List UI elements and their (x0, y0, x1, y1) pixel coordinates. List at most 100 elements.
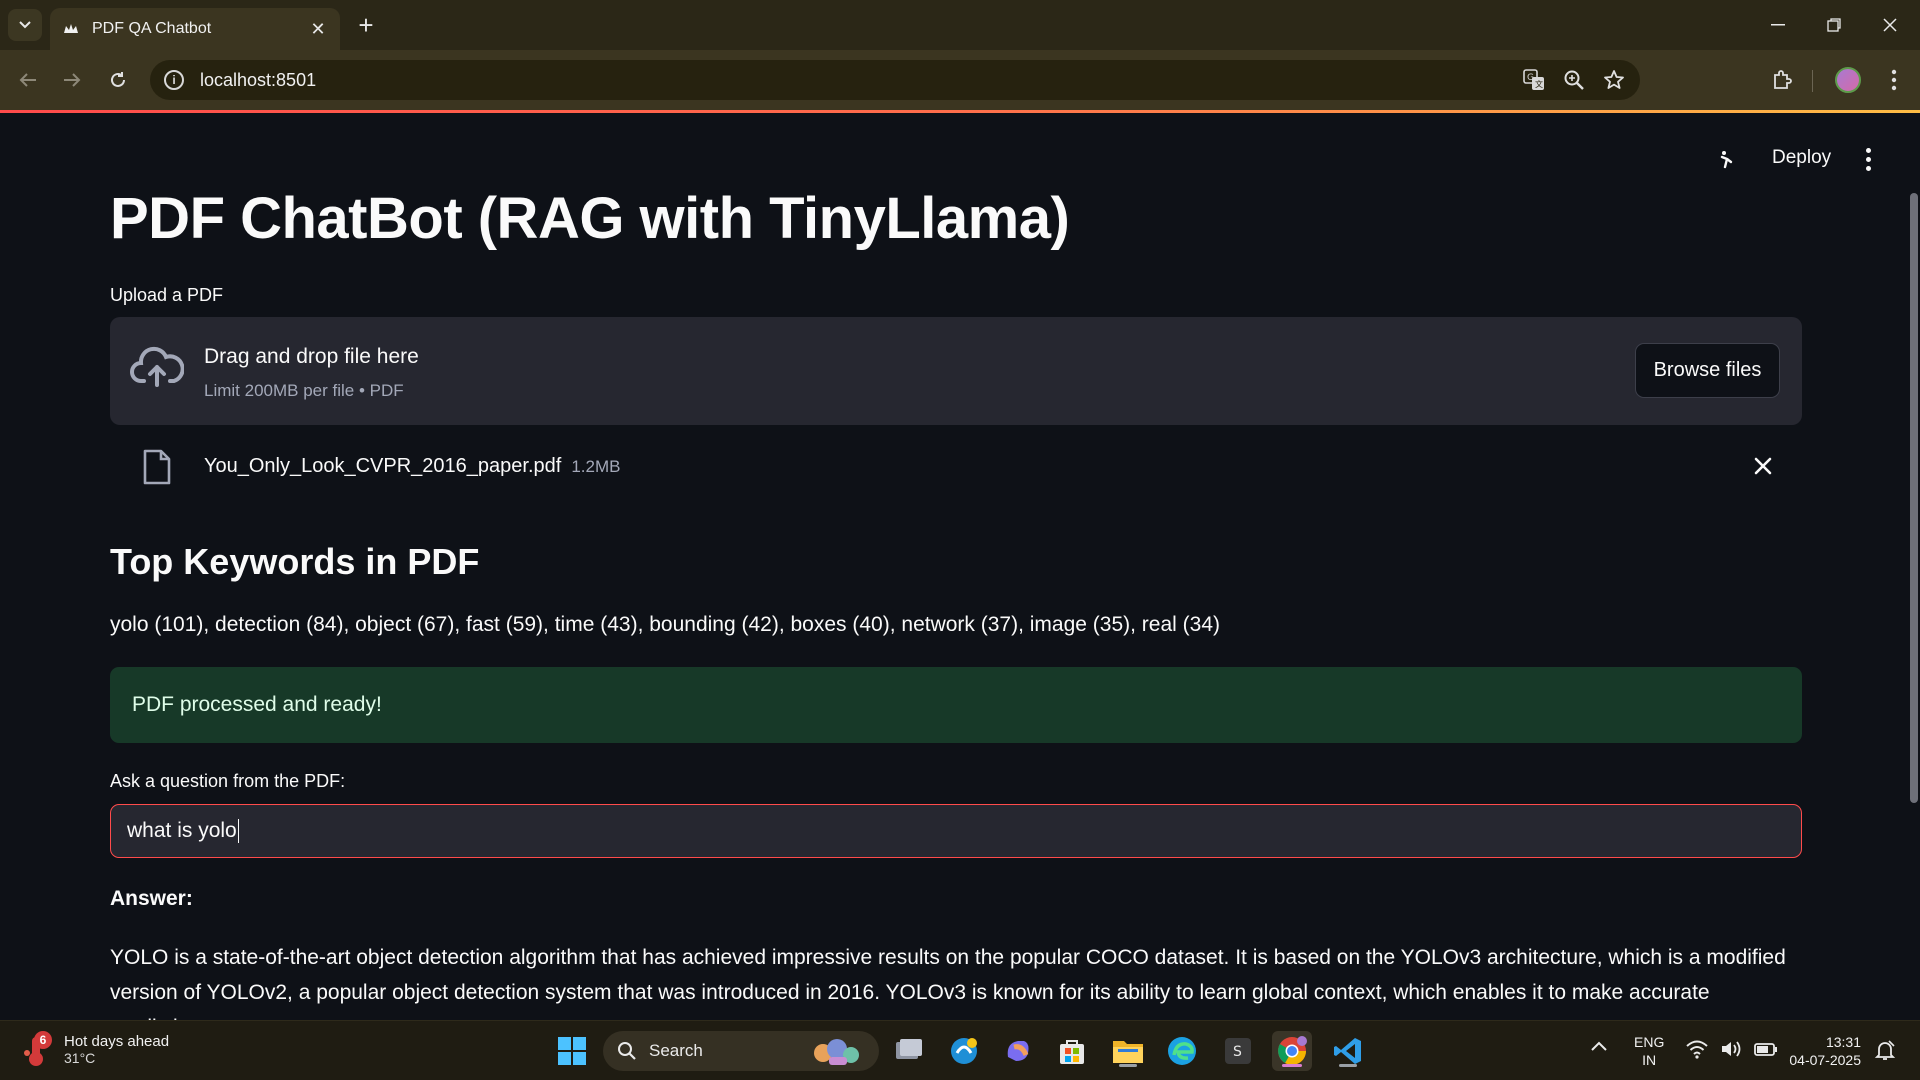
app-menu-button[interactable] (1856, 147, 1880, 171)
keywords-text: yolo (101), detection (84), object (67),… (110, 613, 1221, 636)
answer-label: Answer: (110, 887, 193, 910)
puzzle-icon (1774, 70, 1792, 89)
task-view-icon (896, 1039, 922, 1059)
running-indicator (1119, 1064, 1137, 1067)
minimize-button[interactable] (1750, 0, 1806, 50)
translate-icon[interactable]: G文 (1522, 68, 1546, 92)
region-code: IN (1642, 1052, 1657, 1068)
weather-badge: 6 (34, 1031, 52, 1049)
close-icon (1883, 18, 1897, 32)
battery-icon (1754, 1043, 1777, 1056)
system-tray-icons[interactable] (1686, 1039, 1778, 1059)
reload-button[interactable] (102, 64, 134, 96)
forward-arrow-icon (64, 73, 81, 87)
search-icon (618, 1042, 636, 1060)
weather-title: Hot days ahead (64, 1032, 170, 1050)
dropzone-limit: Limit 200MB per file • PDF (204, 381, 404, 400)
minimize-icon (1771, 24, 1785, 26)
close-window-button[interactable] (1862, 0, 1918, 50)
tab-search-button[interactable] (8, 9, 42, 41)
answer-text: YOLO is a state-of-the-art object detect… (110, 946, 1786, 1020)
page-scrollbar[interactable] (1910, 193, 1918, 803)
taskbar-app-chrome[interactable] (1272, 1031, 1312, 1071)
folder-icon (1113, 1041, 1143, 1063)
browse-files-button[interactable]: Browse files (1635, 343, 1780, 398)
reload-icon (111, 72, 125, 87)
text-caret (237, 819, 239, 843)
profile-button[interactable] (1832, 64, 1864, 96)
taskbar-app-s[interactable]: S (1218, 1031, 1258, 1071)
file-name-wrap: You_Only_Look_CVPR_2016_paper.pdf 1.2MB (204, 455, 620, 478)
restore-button[interactable] (1806, 0, 1862, 50)
weather-widget[interactable]: 6 Hot days ahead 31°C (22, 1031, 169, 1067)
success-message: PDF processed and ready! (132, 693, 382, 716)
clock-time: 13:31 (1825, 1034, 1861, 1050)
task-view-button[interactable] (888, 1031, 928, 1071)
file-size: 1.2MB (571, 457, 621, 476)
question-input[interactable]: what is yolo (110, 804, 1802, 858)
language-code: ENG (1634, 1034, 1665, 1050)
wifi-icon (1686, 1040, 1708, 1059)
taskbar-app-copilot[interactable] (998, 1031, 1038, 1071)
taskbar-app-edge[interactable] (1162, 1031, 1202, 1071)
restore-icon (1827, 18, 1841, 32)
uploaded-file: You_Only_Look_CVPR_2016_paper.pdf 1.2MB (110, 443, 1802, 493)
system-clock[interactable]: 13:31 04-07-2025 (1787, 1033, 1861, 1069)
bell-snooze-icon (1874, 1040, 1896, 1060)
address-bar[interactable]: i localhost:8501 G文 (150, 60, 1640, 100)
taskbar: 6 Hot days ahead 31°C Search S ENG IN 13… (0, 1020, 1920, 1080)
browser-tabbar: PDF QA Chatbot ✕ + (0, 0, 1920, 50)
windows-logo-icon (558, 1037, 586, 1065)
edge-icon (1168, 1037, 1196, 1065)
cloud-upload-icon (130, 346, 184, 387)
keywords-heading: Top Keywords in PDF (110, 541, 480, 582)
question-label: Ask a question from the PDF: (110, 771, 346, 791)
forward-button[interactable] (56, 64, 88, 96)
taskbar-app-vscode[interactable] (1328, 1031, 1368, 1071)
file-dropzone[interactable]: Drag and drop file here Limit 200MB per … (110, 317, 1802, 425)
file-name: You_Only_Look_CVPR_2016_paper.pdf (204, 455, 562, 477)
back-button[interactable] (12, 64, 44, 96)
clock-date: 04-07-2025 (1789, 1052, 1861, 1068)
remove-file-button[interactable] (1750, 453, 1776, 479)
deploy-button[interactable]: Deploy (1772, 147, 1831, 169)
start-button[interactable] (552, 1031, 592, 1071)
streamlit-crown-icon (62, 20, 80, 38)
new-tab-button[interactable]: + (352, 10, 380, 40)
copilot-icon (1007, 1041, 1029, 1061)
success-alert: PDF processed and ready! (110, 667, 1802, 743)
browser-menu-button[interactable] (1878, 64, 1910, 96)
running-indicator (1339, 1064, 1357, 1067)
tray-overflow-button[interactable] (1590, 1039, 1614, 1063)
chevron-up-icon (1591, 1041, 1607, 1051)
extensions-button[interactable] (1766, 64, 1798, 96)
bookmark-star-icon[interactable] (1602, 68, 1626, 92)
running-indicator (1282, 1064, 1302, 1067)
taskbar-app-edge-beta[interactable] (944, 1031, 984, 1071)
svg-text:文: 文 (1535, 79, 1543, 89)
notifications-button[interactable] (1874, 1039, 1896, 1066)
page-title: PDF ChatBot (RAG with TinyLlama) (110, 186, 1070, 251)
weather-temperature: 31°C (64, 1049, 96, 1066)
browser-tab[interactable]: PDF QA Chatbot ✕ (50, 8, 340, 50)
tab-title: PDF QA Chatbot (92, 20, 212, 37)
store-icon (1060, 1040, 1084, 1064)
s-app-icon: S (1225, 1038, 1251, 1064)
search-label: Search (649, 1041, 703, 1060)
running-status-icon[interactable] (1716, 147, 1740, 171)
taskbar-app-file-explorer[interactable] (1108, 1031, 1148, 1071)
zoom-icon[interactable] (1562, 68, 1586, 92)
taskbar-search[interactable]: Search (603, 1031, 879, 1071)
dropzone-instructions: Drag and drop file here (204, 345, 419, 368)
upload-label: Upload a PDF (110, 285, 224, 305)
vscode-icon (1334, 1038, 1361, 1064)
app-main: Deploy PDF ChatBot (RAG with TinyLlama) … (0, 113, 1920, 1020)
toolbar-divider (1812, 70, 1813, 92)
site-info-icon[interactable]: i (164, 70, 184, 90)
chrome-icon (1278, 1036, 1307, 1065)
avatar (1835, 67, 1861, 93)
close-tab-icon[interactable]: ✕ (308, 19, 328, 39)
language-indicator[interactable]: ENG IN (1634, 1033, 1664, 1069)
taskbar-app-store[interactable] (1052, 1031, 1092, 1071)
volume-icon (1722, 1041, 1741, 1057)
